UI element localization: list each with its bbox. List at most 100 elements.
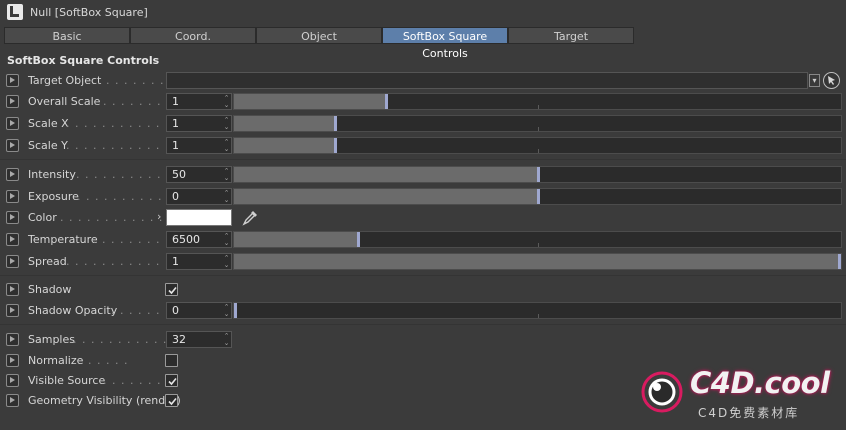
param-label: Shadow	[28, 283, 72, 296]
slider-fill	[234, 138, 335, 153]
label-leader-dots: . . . . . .	[111, 304, 161, 317]
param-row-spread: Spread . . . . . . . . . . . . . 1 ⌃ ⌄	[0, 252, 846, 272]
scale-y-slider[interactable]	[233, 137, 842, 154]
tab-target[interactable]: Target	[508, 27, 634, 44]
slider-handle[interactable]	[234, 303, 237, 318]
animate-icon[interactable]	[6, 139, 19, 152]
param-row-shadow: Shadow	[0, 280, 846, 300]
tab-coord[interactable]: Coord.	[130, 27, 256, 44]
slider-fill	[234, 116, 335, 131]
label-leader-dots: . . . . . . . . . . . .	[73, 333, 177, 346]
slider-tick	[538, 149, 539, 153]
eyedropper-icon[interactable]	[240, 208, 260, 228]
param-label: Scale Y	[28, 139, 68, 152]
temperature-slider[interactable]	[233, 231, 842, 248]
intensity-slider[interactable]	[233, 166, 842, 183]
param-row-target-object: Target Object . . . . . . . . . . . ▾	[0, 71, 846, 91]
c4d-logo-icon	[641, 371, 683, 413]
spinner-arrows-icon[interactable]: ⌃ ⌄	[222, 190, 231, 204]
spinner-arrows-icon[interactable]: ⌃ ⌄	[222, 304, 231, 318]
param-row-color: Color . . . . . . . . . . . . . ›	[0, 208, 846, 228]
group-divider	[0, 324, 846, 325]
checkmark-icon	[168, 377, 177, 386]
spinner-arrows-icon[interactable]: ⌃ ⌄	[222, 117, 231, 131]
param-label: Color	[28, 211, 57, 224]
slider-handle[interactable]	[537, 167, 540, 182]
param-label: Geometry Visibility (render)	[28, 394, 181, 407]
slider-handle[interactable]	[537, 189, 540, 204]
normalize-checkbox[interactable]	[165, 354, 178, 367]
animate-icon[interactable]	[6, 304, 19, 317]
slider-fill	[234, 167, 538, 182]
animate-icon[interactable]	[6, 255, 19, 268]
animate-icon[interactable]	[6, 354, 19, 367]
spinner-arrows-icon[interactable]: ⌃ ⌄	[222, 255, 231, 269]
chevron-down-icon[interactable]: ▾	[809, 74, 820, 87]
label-leader-dots: . . . . . . . . . . . . .	[66, 255, 179, 268]
spinner-arrows-icon[interactable]: ⌃ ⌄	[222, 168, 231, 182]
param-row-overall-scale: Overall Scale . . . . . . . . . . . 1 ⌃ ⌄	[0, 92, 846, 112]
tab-object[interactable]: Object	[256, 27, 382, 44]
slider-handle[interactable]	[334, 138, 337, 153]
param-label: Intensity	[28, 168, 76, 181]
label-leader-dots: . . . . . . . . . . . .	[76, 168, 180, 181]
shadow-opacity-slider[interactable]	[233, 302, 842, 319]
param-row-temperature: Temperature . . . . . . . . . . . 6500 ⌃…	[0, 230, 846, 250]
tab-softbox-square-controls[interactable]: SoftBox Square Controls	[382, 27, 508, 60]
param-label: Target Object	[28, 74, 102, 87]
spinner-arrows-icon[interactable]: ⌃ ⌄	[222, 139, 231, 153]
animate-icon[interactable]	[6, 95, 19, 108]
shadow-checkbox[interactable]	[165, 283, 178, 296]
exposure-slider[interactable]	[233, 188, 842, 205]
checkmark-icon	[168, 286, 177, 295]
spinner-arrows-icon[interactable]: ⌃ ⌄	[222, 95, 231, 109]
slider-handle[interactable]	[334, 116, 337, 131]
animate-icon[interactable]	[6, 211, 19, 224]
target-object-link-field[interactable]	[166, 72, 808, 89]
animate-icon[interactable]	[6, 374, 19, 387]
label-leader-dots: . . . . . . . . . . . . .	[60, 211, 173, 224]
animate-icon[interactable]	[6, 233, 19, 246]
color-swatch[interactable]	[166, 209, 232, 226]
overall-scale-slider[interactable]	[233, 93, 842, 110]
param-label: Normalize	[28, 354, 84, 367]
spread-slider[interactable]	[233, 253, 842, 270]
spinner-arrows-icon[interactable]: ⌃ ⌄	[222, 333, 231, 347]
chevron-right-icon[interactable]: ›	[157, 210, 161, 223]
animate-icon[interactable]	[6, 333, 19, 346]
param-row-shadow-opacity: Shadow Opacity . . . . . . 0 ⌃ ⌄	[0, 301, 846, 321]
param-row-intensity: Intensity . . . . . . . . . . . . 50 ⌃ ⌄	[0, 165, 846, 185]
animate-icon[interactable]	[6, 168, 19, 181]
watermark-text: C4D.cool	[690, 366, 830, 400]
watermark: C4D.cool C4D免费素材库	[640, 366, 845, 426]
label-leader-dots: . . . . .	[88, 354, 129, 367]
animate-icon[interactable]	[6, 394, 19, 407]
checkmark-icon	[168, 397, 177, 406]
param-row-scale-x: Scale X . . . . . . . . . . . . . . 1 ⌃ ⌄	[0, 114, 846, 134]
param-label: Visible Source	[28, 374, 106, 387]
slider-handle[interactable]	[838, 254, 841, 269]
animate-icon[interactable]	[6, 190, 19, 203]
param-label: Exposure	[28, 190, 79, 203]
param-label: Shadow Opacity	[28, 304, 118, 317]
slider-fill	[234, 189, 538, 204]
visible-source-checkbox[interactable]	[165, 374, 178, 387]
title-bar: Null [SoftBox Square]	[0, 0, 846, 26]
slider-handle[interactable]	[357, 232, 360, 247]
pick-object-icon[interactable]	[823, 72, 840, 89]
animate-icon[interactable]	[6, 117, 19, 130]
slider-handle[interactable]	[385, 94, 388, 109]
param-row-samples: Samples . . . . . . . . . . . . 32 ⌃ ⌄	[0, 330, 846, 350]
spinner-arrows-icon[interactable]: ⌃ ⌄	[222, 233, 231, 247]
window-title: Null [SoftBox Square]	[30, 6, 148, 19]
tab-basic[interactable]: Basic	[4, 27, 130, 44]
animate-icon[interactable]	[6, 74, 19, 87]
param-row-scale-y: Scale Y . . . . . . . . . . . . . . 1 ⌃ ⌄	[0, 136, 846, 156]
slider-tick	[538, 243, 539, 247]
scale-x-slider[interactable]	[233, 115, 842, 132]
label-leader-dots: . . . . . . . . . . . .	[77, 190, 181, 203]
slider-fill	[234, 232, 358, 247]
param-row-exposure: Exposure . . . . . . . . . . . . 0 ⌃ ⌄	[0, 187, 846, 207]
animate-icon[interactable]	[6, 283, 19, 296]
geometry-visibility-checkbox[interactable]	[165, 394, 178, 407]
